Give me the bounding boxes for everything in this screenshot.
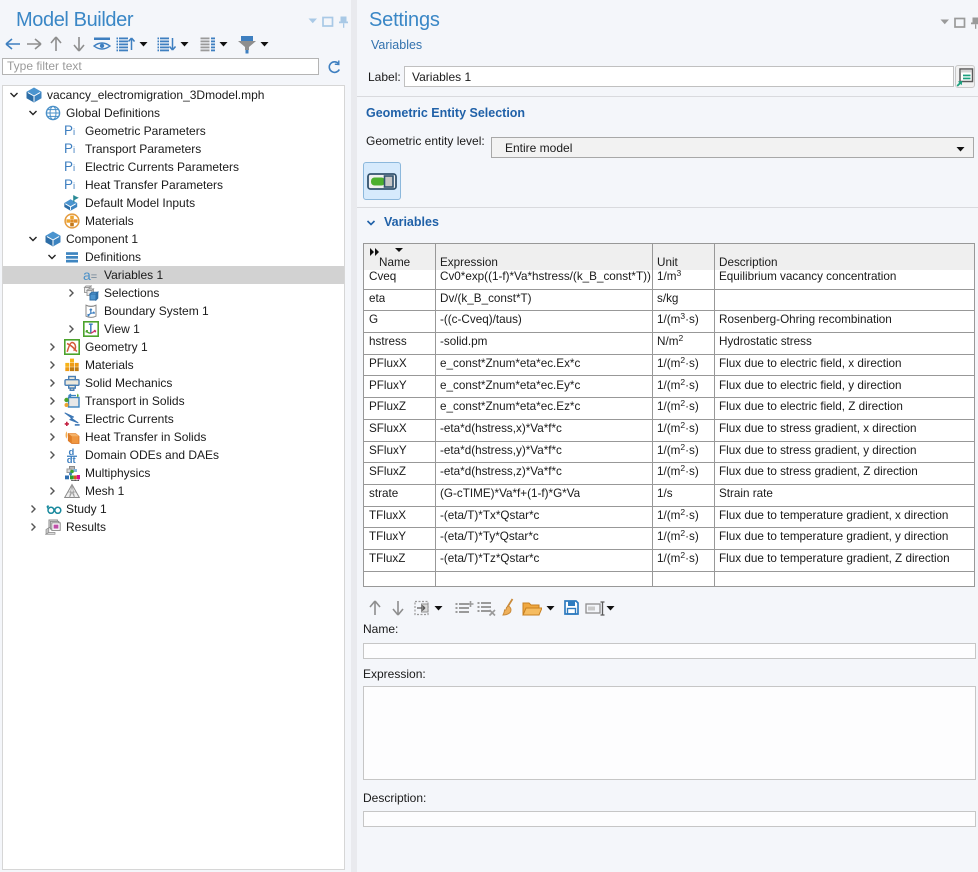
svg-text:dt: dt [67,455,77,463]
